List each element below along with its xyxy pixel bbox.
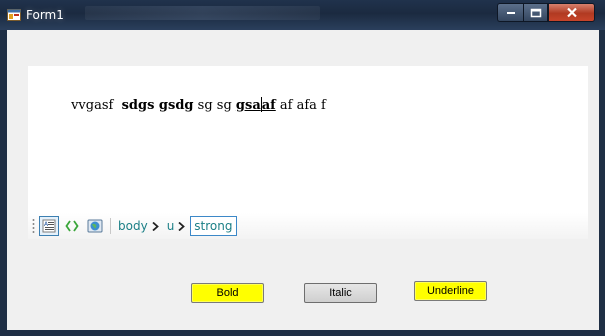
text-segment: af afa f	[275, 98, 326, 113]
breadcrumb-item-body[interactable]: body	[115, 217, 151, 235]
editor-content[interactable]: vvgasf sdgs gsdg sg sg gsaaf af afa f	[38, 82, 326, 128]
chevron-right-icon	[152, 221, 159, 231]
design-view-icon: A	[42, 219, 56, 233]
close-button[interactable]	[548, 3, 595, 22]
underline-button[interactable]: Underline	[414, 281, 487, 301]
form-client-area: vvgasf sdgs gsdg sg sg gsaaf af afa f A	[7, 30, 599, 330]
preview-globe-icon	[87, 219, 103, 233]
text-segment: vvgasf	[71, 98, 122, 113]
html-editor[interactable]: vvgasf sdgs gsdg sg sg gsaaf af afa f	[28, 66, 588, 213]
bold-underlined-text-segment: gsa	[235, 98, 261, 113]
minimize-icon	[506, 11, 515, 14]
design-view-button[interactable]: A	[39, 216, 59, 236]
tag-breadcrumb-bar: A body u strong	[28, 213, 588, 239]
minimize-button[interactable]	[497, 3, 523, 22]
title-bar[interactable]: Form1	[0, 0, 605, 30]
app-window-icon[interactable]	[7, 9, 21, 21]
chevron-right-icon	[178, 221, 186, 231]
source-view-button[interactable]	[62, 216, 82, 236]
breadcrumb-item-strong[interactable]: strong	[190, 216, 237, 236]
text-segment: sg sg	[193, 98, 236, 113]
maximize-icon	[530, 8, 541, 17]
close-icon	[566, 7, 577, 18]
toolbar-separator	[110, 218, 111, 234]
preview-button[interactable]	[85, 216, 105, 236]
maximize-button[interactable]	[523, 3, 548, 22]
bold-button[interactable]: Bold	[191, 283, 264, 303]
bold-underlined-text-segment: af	[261, 98, 276, 113]
window-title: Form1	[26, 8, 64, 22]
toolbar-grip[interactable]	[32, 218, 35, 234]
italic-button[interactable]: Italic	[304, 283, 377, 303]
breadcrumb-item-u[interactable]: u	[164, 217, 178, 235]
bold-text-segment: sdgs gsdg	[121, 98, 194, 113]
app-window: Form1 vvgasf sdgs gsdg sg sg gsaaf af af…	[0, 0, 605, 336]
source-code-icon	[65, 220, 79, 232]
